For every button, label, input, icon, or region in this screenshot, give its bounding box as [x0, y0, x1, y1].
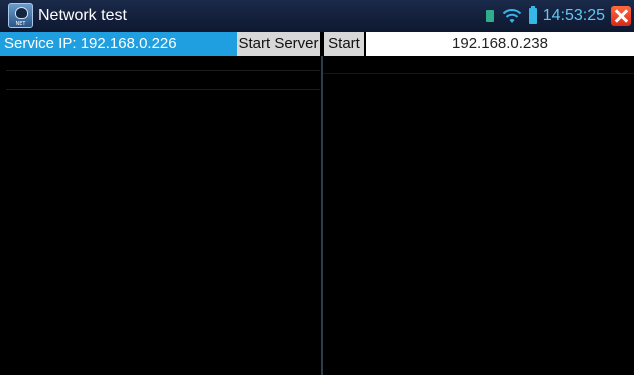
wifi-icon — [502, 9, 521, 23]
client-log-pane[interactable] — [323, 56, 634, 375]
sim-icon — [485, 10, 494, 22]
title-bar: NET Network test 14:53:25 — [0, 0, 634, 32]
monitor-shape — [15, 7, 28, 19]
log-row-divider — [6, 70, 320, 71]
network-test-app-icon: NET — [8, 3, 33, 28]
network-test-screen: NET Network test 14:53:25 Service IP: 19… — [0, 0, 634, 375]
battery-icon — [528, 6, 537, 24]
service-ip-label: Service IP: 192.168.0.226 — [0, 32, 237, 56]
start-button[interactable]: Start — [324, 32, 364, 56]
start-server-button[interactable]: Start Server — [237, 32, 320, 56]
app-icon-label: NET — [15, 21, 26, 27]
app-title: Network test — [38, 7, 127, 24]
log-row-divider — [323, 73, 634, 74]
server-log-pane[interactable] — [0, 56, 321, 375]
close-icon[interactable] — [611, 6, 631, 26]
target-ip-input[interactable]: 192.168.0.238 — [366, 32, 634, 56]
toolbar: Service IP: 192.168.0.226 Start Server S… — [0, 32, 634, 56]
status-clock: 14:53:25 — [542, 7, 605, 24]
status-area: 14:53:25 — [485, 0, 634, 32]
log-row-divider — [6, 89, 320, 90]
